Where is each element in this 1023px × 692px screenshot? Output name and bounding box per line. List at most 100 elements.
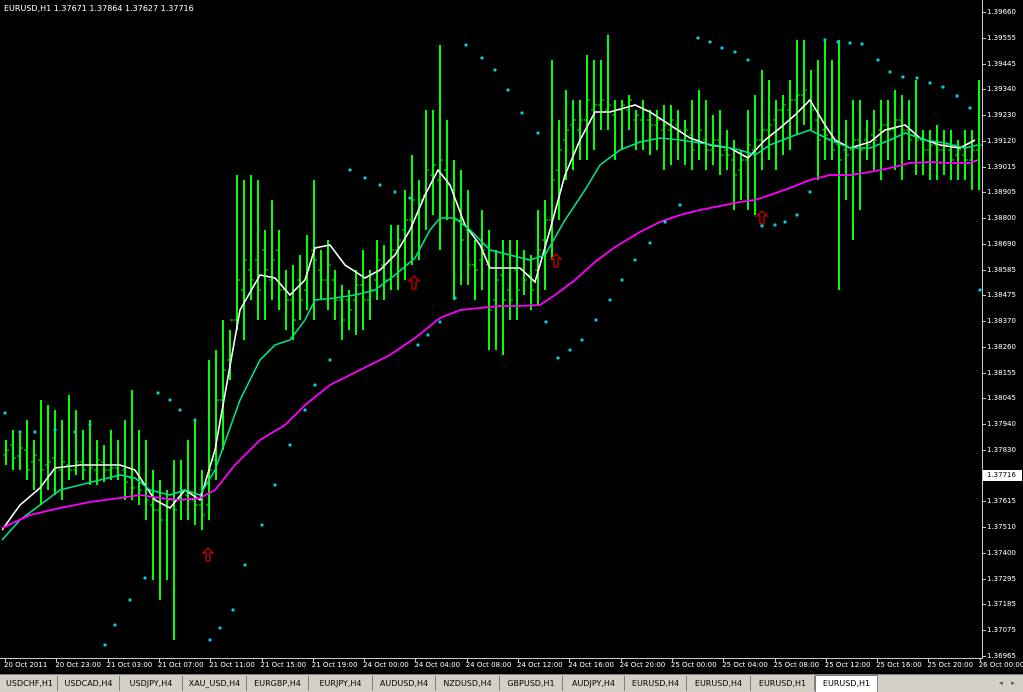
sar-dot [760,224,764,228]
time-label: 25 Oct 00:00 [670,661,717,669]
price-tick [983,346,986,348]
price-label: 1.39445 [987,59,1016,68]
sar-dot [453,296,457,300]
sar-dot [464,43,468,47]
sar-dot [3,411,7,415]
sar-dot [860,42,864,46]
time-label: 25 Oct 20:00 [927,661,974,669]
price-label: 1.38045 [987,394,1016,403]
price-label: 1.38585 [987,265,1016,274]
sar-dot [773,223,777,227]
time-label: 21 Oct 19:00 [311,661,358,669]
sar-dot [53,428,57,432]
chart-tab[interactable]: EURUSD,H1 [751,676,815,691]
price-tick [983,604,986,606]
time-label: 25 Oct 04:00 [722,661,768,669]
time-label: 21 Oct 15:00 [260,661,307,669]
chart-window[interactable]: EURUSD,H1 1.37671 1.37864 1.37627 1.3771… [0,0,1023,674]
chart-tab[interactable]: GBPUSD,H1 [500,676,563,691]
price-label: 1.39120 [987,136,1016,145]
price-label: 1.39230 [987,111,1016,119]
sar-dot [260,523,264,527]
sar-dot [836,40,840,44]
time-axis[interactable]: 20 Oct 2011 20 Oct 23:00 21 Oct 03:00 21 Oc… [0,659,1023,674]
sar-dot [536,131,540,135]
sar-dot [178,408,182,412]
plot-area[interactable]: EURUSD,H1 1.37671 1.37864 1.37627 1.3771… [0,0,983,659]
sar-dot [783,220,787,224]
chart-tab[interactable]: EURUSD,H4 [687,676,751,691]
sar-dot [720,46,724,50]
price-tick [983,243,986,245]
tab-scroll-right-button[interactable]: ▸ [1008,678,1018,689]
price-label: 1.37830 [987,445,1016,454]
chart-tab[interactable]: EURUSD,H4 [625,676,687,691]
sar-dot [544,320,548,324]
price-label: 1.39660 [987,8,1016,16]
sar-dot [915,76,919,80]
price-tick [983,424,986,425]
price-label: 1.38475 [987,291,1016,300]
sar-dot [556,356,560,360]
sar-dot [480,56,484,60]
price-tick [983,115,986,116]
price-tick [983,398,986,400]
buy-arrow-icon [201,547,215,562]
price-tick [983,192,986,194]
chart-tab[interactable]: EURJPY,H4 [309,676,373,691]
sar-dot [608,298,612,302]
sar-dot [113,623,117,627]
price-label: 1.37615 [987,497,1016,506]
sar-dot [143,576,147,580]
price-label: 1.39555 [987,33,1016,42]
time-label: 21 Oct 11:00 [209,661,255,669]
sar-dot [506,88,510,92]
sar-dot [438,320,442,324]
sar-dot [313,383,317,387]
chart-tab-bar: USDCHF,H1 USDCAD,H4 USDJPY,H4 XAU_USD,H4 EUR… [0,674,1023,692]
price-label: 1.37185 [987,600,1016,609]
chart-tab[interactable]: XAU_USD,H4 [183,676,247,691]
chart-tab[interactable]: EURUSD,H1 [815,675,878,692]
price-label: 1.37510 [987,523,1016,531]
sar-dot [288,443,292,447]
price-label: 1.38370 [987,317,1016,325]
price-label: 1.37400 [987,548,1016,557]
time-label: 24 Oct 08:00 [465,661,512,669]
tab-scroll-left-button[interactable]: ◂ [996,678,1006,689]
chart-tab[interactable]: NZDUSD,H4 [436,676,500,691]
sar-dot [348,168,352,172]
sar-dot [678,203,682,207]
sar-dot [580,338,584,342]
chart-tab[interactable]: USDCAD,H4 [58,676,120,691]
sar-dot [888,70,892,74]
time-label: 25 Oct 12:00 [824,661,871,669]
chart-tab[interactable]: USDJPY,H4 [120,676,183,691]
time-label: 24 Oct 16:00 [568,661,614,669]
sar-dot [663,220,667,224]
sar-dot [823,38,827,42]
time-label: 26 Oct 00:00 [978,661,1023,669]
price-label: 1.37075 [987,626,1016,634]
price-tick [983,218,986,219]
sar-dot [901,75,905,79]
sar-dot [303,408,307,412]
price-tick [983,140,986,142]
sar-dot [193,418,197,422]
chart-tab[interactable]: AUDUSD,H4 [373,676,436,691]
chart-tab[interactable]: EURGBP,H4 [247,676,309,691]
buy-arrow-icon [755,210,769,225]
chart-tab[interactable]: USDCHF,H1 [2,676,58,691]
price-tick [983,372,986,374]
sar-dot [708,40,712,44]
price-chart-canvas [1,35,982,647]
price-tick [983,501,986,503]
price-label: 1.38800 [987,214,1016,222]
price-label: 1.38155 [987,368,1016,377]
sar-dot [393,190,397,194]
price-axis[interactable]: 1.39660 1.39555 1.39445 1.39340 1.39230 1.391… [983,0,1023,660]
chart-tab[interactable]: AUDJPY,H4 [563,676,625,691]
sar-dot [218,626,222,630]
sar-dot [568,348,572,352]
sar-dot [696,36,700,40]
